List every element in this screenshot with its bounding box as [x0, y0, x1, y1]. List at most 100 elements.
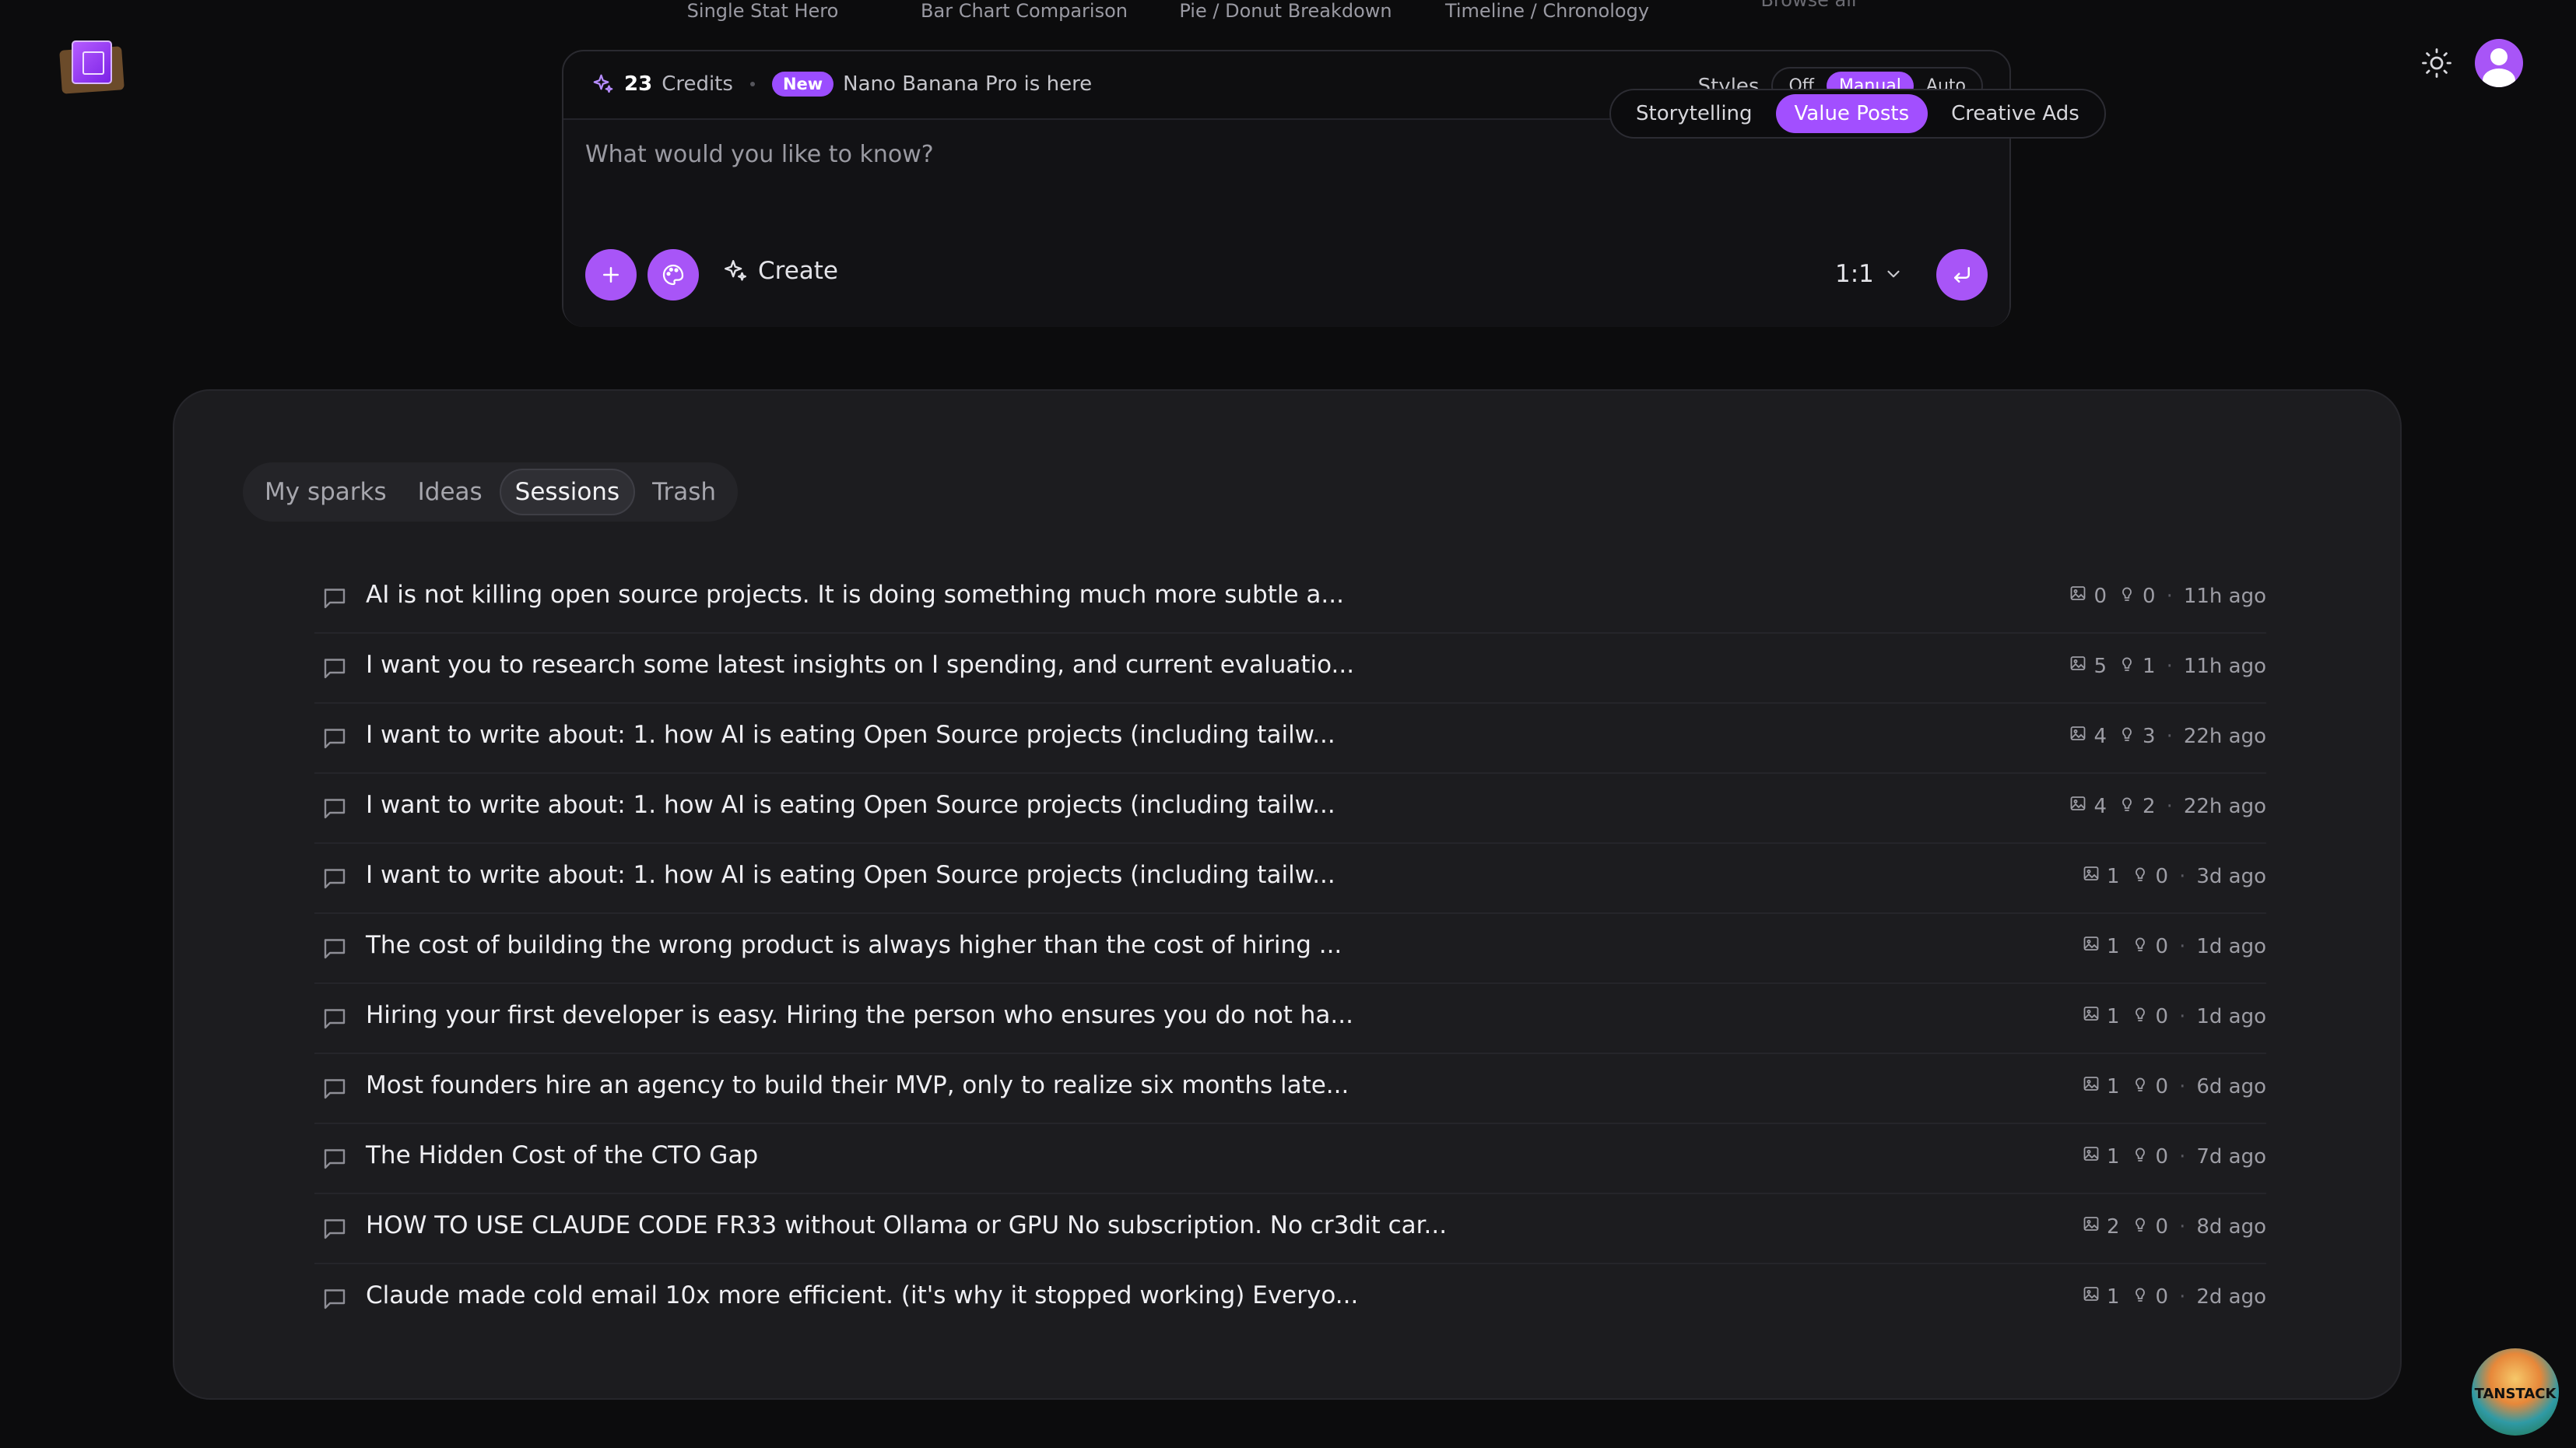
lightbulb-icon — [2118, 654, 2136, 678]
session-row[interactable]: HOW TO USE CLAUDE CODE FR33 without Olla… — [314, 1194, 2266, 1264]
meta-separator: · — [2179, 864, 2186, 888]
image-count-value: 1 — [2106, 1074, 2120, 1098]
chat-icon — [321, 724, 349, 752]
idea-count-value: 0 — [2155, 1074, 2169, 1098]
image-count: 1 — [2082, 1004, 2120, 1028]
template-single-stat-hero[interactable]: Single Stat Hero — [687, 0, 839, 22]
lightbulb-icon — [2131, 864, 2150, 888]
session-row[interactable]: Claude made cold email 10x more efficien… — [314, 1264, 2266, 1334]
session-time: 3d ago — [2196, 864, 2266, 888]
image-count-value: 2 — [2106, 1214, 2120, 1239]
image-count-value: 4 — [2093, 794, 2107, 818]
aspect-ratio-select[interactable]: 1:1 — [1835, 260, 1904, 288]
session-row[interactable]: AI is not killing open source projects. … — [314, 564, 2266, 634]
session-meta: 1 0 · 3d ago — [2082, 864, 2266, 888]
image-count-value: 1 — [2106, 1285, 2120, 1309]
session-meta: 1 0 · 1d ago — [2082, 934, 2266, 958]
session-title: Hiring your first developer is easy. Hir… — [366, 1001, 1353, 1029]
session-meta: 1 0 · 6d ago — [2082, 1074, 2266, 1098]
lightbulb-icon — [2131, 934, 2150, 958]
session-title: AI is not killing open source projects. … — [366, 581, 1344, 609]
idea-count: 0 — [2118, 584, 2156, 608]
image-count: 2 — [2082, 1214, 2120, 1239]
template-pie-donut-breakdown[interactable]: Pie / Donut Breakdown — [1179, 0, 1392, 22]
app-logo[interactable] — [56, 37, 126, 94]
image-icon — [2069, 584, 2087, 608]
session-row[interactable]: The cost of building the wrong product i… — [314, 914, 2266, 984]
idea-count-value: 2 — [2143, 794, 2156, 818]
credits-display[interactable]: 23 Credits New Nano Banana Pro is here — [591, 72, 1092, 97]
idea-count-value: 0 — [2155, 1214, 2169, 1239]
session-time: 22h ago — [2183, 724, 2266, 748]
tab-sessions[interactable]: Sessions — [499, 469, 636, 515]
lightbulb-icon — [2118, 794, 2136, 818]
user-avatar[interactable] — [2475, 39, 2523, 87]
lightbulb-icon — [2131, 1074, 2150, 1098]
chat-icon — [321, 1214, 349, 1242]
image-icon — [2082, 934, 2100, 958]
session-row[interactable]: I want to write about: 1. how AI is eati… — [314, 774, 2266, 844]
session-title: The cost of building the wrong product i… — [366, 931, 1342, 959]
chat-icon — [321, 1144, 349, 1172]
session-meta: 1 0 · 2d ago — [2082, 1285, 2266, 1309]
image-count: 4 — [2069, 794, 2107, 818]
chat-icon — [321, 1074, 349, 1102]
template-timeline-chronology[interactable]: Timeline / Chronology — [1445, 0, 1649, 22]
session-time: 11h ago — [2183, 584, 2266, 608]
tanstack-devtools-button[interactable]: TANSTACK — [2472, 1348, 2559, 1436]
tab-ideas[interactable]: Ideas — [404, 470, 497, 514]
meta-separator: · — [2166, 584, 2173, 608]
sun-icon[interactable] — [2420, 47, 2453, 79]
image-icon — [2069, 794, 2087, 818]
idea-count-value: 0 — [2155, 934, 2169, 958]
session-row[interactable]: The Hidden Cost of the CTO Gap 1 0 · 7d ago — [314, 1124, 2266, 1194]
session-title: The Hidden Cost of the CTO Gap — [366, 1141, 759, 1169]
template-browse-all[interactable]: Browse all — [1760, 0, 1856, 11]
avatar-body — [2483, 69, 2515, 87]
image-icon — [2082, 1004, 2100, 1028]
mode-tab-creative-ads[interactable]: Creative Ads — [1932, 94, 2098, 133]
session-meta: 5 1 · 11h ago — [2069, 654, 2266, 678]
announcement-text[interactable]: Nano Banana Pro is here — [843, 72, 1092, 96]
chat-icon — [321, 794, 349, 822]
session-row[interactable]: Most founders hire an agency to build th… — [314, 1054, 2266, 1124]
mode-tab-storytelling[interactable]: Storytelling — [1617, 94, 1771, 133]
lightbulb-icon — [2131, 1285, 2150, 1309]
lightbulb-icon — [2131, 1144, 2150, 1169]
template-bar-chart-comparison[interactable]: Bar Chart Comparison — [921, 0, 1128, 22]
session-row[interactable]: I want to write about: 1. how AI is eati… — [314, 844, 2266, 914]
send-button[interactable] — [1936, 249, 1988, 300]
image-icon — [2069, 724, 2087, 748]
create-button[interactable]: Create — [722, 257, 838, 285]
image-count-value: 4 — [2093, 724, 2107, 748]
idea-count-value: 0 — [2155, 1285, 2169, 1309]
chat-icon — [321, 1004, 349, 1032]
tab-trash[interactable]: Trash — [638, 470, 730, 514]
image-count: 5 — [2069, 654, 2107, 678]
add-button[interactable] — [585, 249, 637, 300]
palette-icon — [662, 264, 684, 286]
session-meta: 1 0 · 7d ago — [2082, 1144, 2266, 1169]
create-label: Create — [758, 257, 839, 285]
logo-front — [72, 40, 112, 84]
session-row[interactable]: I want you to research some latest insig… — [314, 634, 2266, 704]
palette-button[interactable] — [648, 249, 699, 300]
session-time: 22h ago — [2183, 794, 2266, 818]
composer: 23 Credits New Nano Banana Pro is here S… — [562, 50, 2106, 327]
chat-icon — [321, 864, 349, 892]
separator-dot — [749, 82, 755, 86]
session-row[interactable]: Hiring your first developer is easy. Hir… — [314, 984, 2266, 1054]
sessions-list: AI is not killing open source projects. … — [314, 564, 2266, 1334]
image-icon — [2082, 864, 2100, 888]
chat-icon — [321, 934, 349, 962]
chat-icon — [321, 1285, 349, 1313]
composer-input-area: Create 1:1 — [563, 118, 2009, 327]
chat-icon — [321, 584, 349, 612]
session-row[interactable]: I want to write about: 1. how AI is eati… — [314, 704, 2266, 774]
meta-separator: · — [2179, 1144, 2186, 1169]
idea-count: 3 — [2118, 724, 2156, 748]
image-icon — [2082, 1144, 2100, 1169]
tab-my-sparks[interactable]: My sparks — [251, 470, 401, 514]
tanstack-label: TANSTACK — [2474, 1386, 2557, 1402]
mode-tab-value-posts[interactable]: Value Posts — [1775, 94, 1928, 133]
